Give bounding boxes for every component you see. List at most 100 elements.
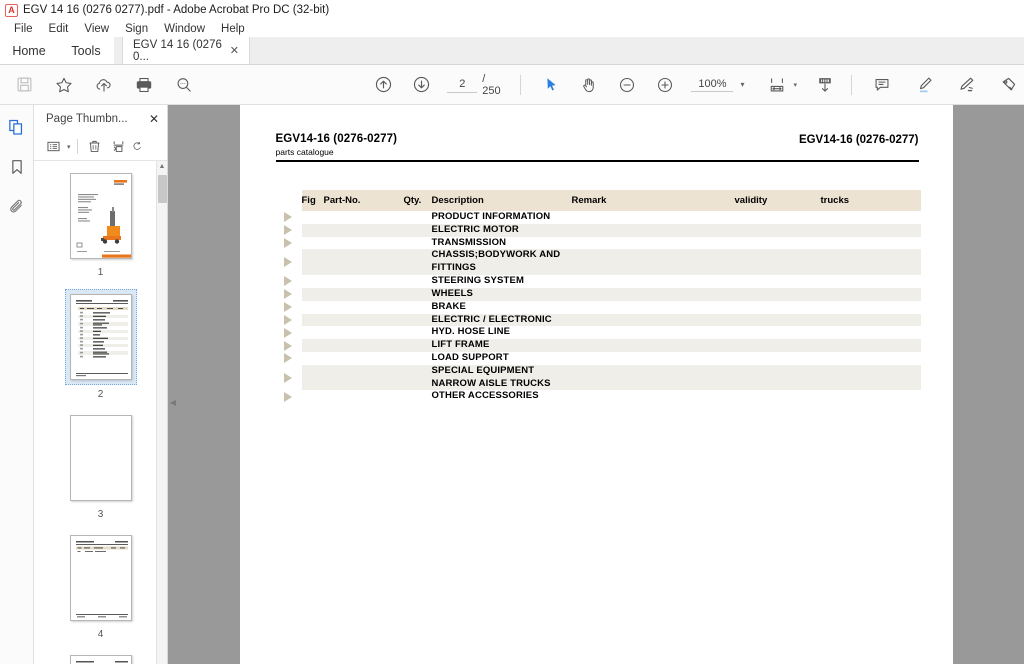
thumbnails-scrollbar[interactable]: ▲	[156, 161, 167, 664]
table-row[interactable]: LOAD SUPPORT	[275, 351, 921, 365]
expand-row-icon[interactable]	[275, 275, 302, 288]
thumbnail-options-icon[interactable]	[42, 136, 64, 158]
upload-to-cloud-icon[interactable]	[88, 70, 120, 100]
next-page-icon[interactable]	[406, 70, 438, 100]
thumbnail-item-selected[interactable]: 2	[34, 289, 167, 400]
table-header-validity: validity	[734, 190, 821, 211]
table-row[interactable]: ELECTRIC MOTOR	[275, 223, 921, 237]
table-cell-validity	[735, 275, 821, 288]
table-row[interactable]: LIFT FRAME	[275, 339, 921, 352]
print-icon[interactable]	[128, 70, 160, 100]
attachments-icon[interactable]	[4, 194, 30, 220]
highlight-text-icon[interactable]	[908, 70, 940, 100]
bookmarks-icon[interactable]	[4, 154, 30, 180]
table-row[interactable]: OTHER ACCESSORIES	[275, 390, 921, 404]
table-row[interactable]: ELECTRIC / ELECTRONIC	[275, 313, 921, 327]
expand-row-icon[interactable]	[275, 300, 302, 314]
fit-page-icon[interactable]	[761, 70, 793, 100]
expand-row-icon[interactable]	[275, 326, 302, 340]
table-cell-description: CHASSIS;BODYWORK AND FITTINGS	[431, 249, 572, 276]
menu-sign[interactable]: Sign	[117, 20, 156, 38]
expand-row-icon[interactable]	[275, 287, 302, 301]
tab-tools[interactable]: Tools	[58, 37, 114, 64]
zoom-in-icon[interactable]	[649, 70, 681, 100]
table-cell-qty	[404, 275, 432, 288]
page-number-input[interactable]	[447, 76, 478, 93]
expand-row-icon[interactable]	[275, 339, 302, 352]
expand-row-icon[interactable]	[275, 236, 302, 250]
expand-row-icon[interactable]	[275, 351, 302, 365]
triangle-right-icon	[283, 257, 292, 268]
chevron-down-icon[interactable]: ▾	[740, 80, 744, 89]
table-cell-part-no	[324, 275, 404, 288]
tab-home[interactable]: Home	[0, 37, 58, 64]
collapse-panel-handle[interactable]: ◀	[168, 393, 178, 411]
document-viewport[interactable]: ◀ EGV14-16 (0276-0277) parts catalogue E…	[168, 105, 1024, 664]
thumbnail-item[interactable]: 1	[34, 169, 167, 278]
table-cell-trucks	[820, 223, 921, 237]
thumbnails-list[interactable]: 1 2 3 4 ▲	[34, 161, 167, 664]
table-row[interactable]: CHASSIS;BODYWORK AND FITTINGS	[275, 249, 921, 276]
table-row[interactable]: SPECIAL EQUIPMENT NARROW AISLE TRUCKS	[275, 364, 921, 391]
thumbnail-page-4[interactable]	[69, 535, 132, 621]
expand-row-icon[interactable]	[275, 211, 302, 224]
page-thumbnails-icon[interactable]	[4, 114, 30, 140]
close-icon[interactable]: ✕	[149, 112, 159, 126]
thumbnail-page-3[interactable]	[69, 415, 132, 501]
add-comment-icon[interactable]	[866, 70, 898, 100]
menu-file[interactable]: File	[6, 20, 41, 38]
table-cell-part-no	[323, 364, 404, 391]
scroll-mode-icon[interactable]	[809, 70, 841, 100]
draw-freehand-icon[interactable]	[950, 70, 982, 100]
menu-help[interactable]: Help	[213, 20, 253, 38]
zoom-out-icon[interactable]	[611, 70, 643, 100]
table-row[interactable]: TRANSMISSION	[275, 236, 921, 250]
fill-and-sign-icon[interactable]	[992, 70, 1024, 100]
thumbnail-page-2[interactable]	[69, 294, 132, 380]
table-cell-qty	[404, 211, 432, 224]
thumbnail-item[interactable]: 4	[34, 531, 167, 640]
table-row[interactable]: PRODUCT INFORMATION	[275, 211, 921, 224]
scrollbar-thumb[interactable]	[158, 175, 167, 203]
menu-window[interactable]: Window	[156, 20, 213, 38]
scroll-up-icon[interactable]: ▲	[157, 161, 167, 172]
previous-page-icon[interactable]	[368, 70, 400, 100]
expand-row-icon[interactable]	[275, 249, 302, 276]
thumbnail-number: 1	[97, 267, 104, 278]
add-to-favorites-icon[interactable]	[48, 70, 80, 100]
expand-row-icon[interactable]	[275, 313, 302, 327]
table-row[interactable]: STEERING SYSTEM	[275, 275, 921, 288]
save-icon[interactable]	[8, 70, 40, 100]
menu-view[interactable]: View	[76, 20, 117, 38]
find-text-icon[interactable]	[168, 70, 200, 100]
thumbnail-page-5[interactable]	[69, 655, 132, 664]
table-row[interactable]: HYD. HOSE LINE	[275, 326, 921, 340]
triangle-right-icon	[283, 372, 292, 383]
table-cell-validity	[735, 211, 821, 224]
thumbnail-item[interactable]: 5	[34, 651, 167, 664]
rotate-pages-icon[interactable]	[132, 136, 144, 158]
menu-edit[interactable]: Edit	[41, 20, 77, 38]
thumbnail-page-1[interactable]	[69, 173, 132, 259]
hand-tool-icon[interactable]	[573, 70, 605, 100]
table-header-description: Description	[431, 190, 572, 211]
chevron-down-icon[interactable]: ▾	[67, 143, 71, 151]
close-icon[interactable]: ✕	[228, 44, 241, 57]
expand-row-icon[interactable]	[275, 390, 302, 404]
triangle-right-icon	[283, 314, 292, 325]
delete-pages-icon[interactable]	[84, 136, 106, 158]
table-cell-qty	[404, 352, 432, 365]
table-row[interactable]: BRAKE	[275, 300, 921, 314]
table-cell-trucks	[821, 301, 921, 314]
zoom-level-control[interactable]: 100% ▾	[691, 78, 745, 92]
chevron-down-icon[interactable]: ▾	[794, 81, 798, 89]
expand-row-icon[interactable]	[275, 223, 302, 237]
thumbnail-item[interactable]: 3	[34, 411, 167, 520]
extract-pages-icon[interactable]	[108, 136, 130, 158]
table-row[interactable]: WHEELS	[275, 287, 921, 301]
table-cell-trucks	[821, 275, 921, 288]
table-cell-qty	[403, 223, 432, 237]
select-tool-icon[interactable]	[535, 70, 567, 100]
expand-row-icon[interactable]	[275, 364, 302, 391]
tab-document[interactable]: EGV 14 16 (0276 0... ✕	[122, 37, 250, 64]
